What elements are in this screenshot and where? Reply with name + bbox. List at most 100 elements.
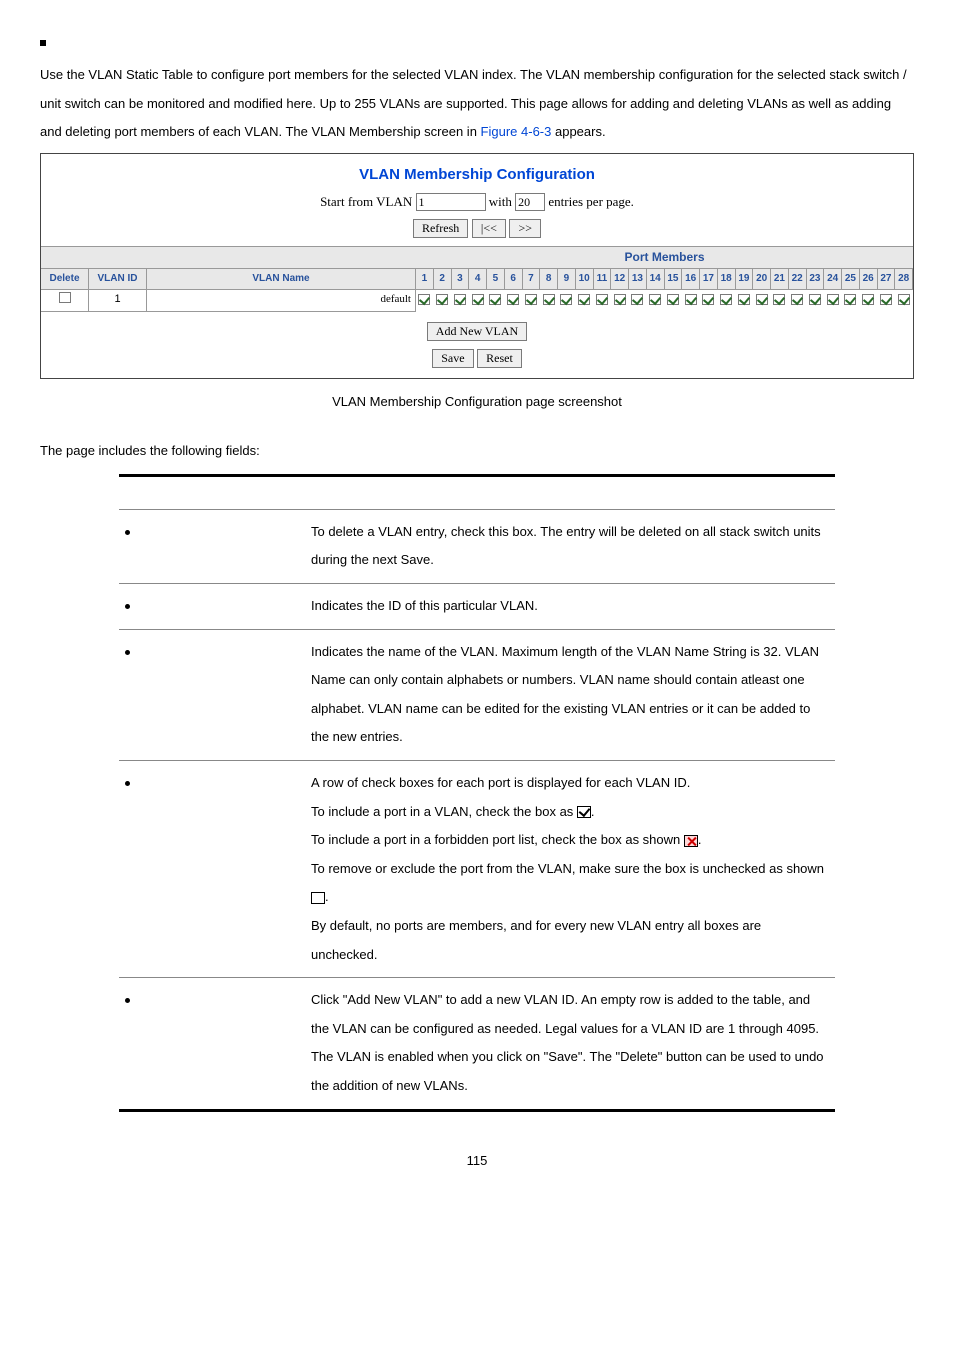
port-checkbox[interactable] <box>489 294 501 305</box>
field-vlanid-desc: Indicates the ID of this particular VLAN… <box>305 584 835 630</box>
table-row: Indicates the ID of this particular VLAN… <box>119 584 836 630</box>
port-cell <box>416 290 434 312</box>
port-cell <box>487 290 505 312</box>
port-checkbox[interactable] <box>614 294 626 305</box>
port-header: 13 <box>629 269 647 290</box>
port-checkbox[interactable] <box>418 294 430 305</box>
port-header: 9 <box>558 269 576 290</box>
bullet-icon <box>125 781 130 786</box>
port-checkbox[interactable] <box>827 294 839 305</box>
refresh-button[interactable]: Refresh <box>413 219 468 238</box>
port-checkbox[interactable] <box>507 294 519 305</box>
port-cell <box>700 290 718 312</box>
port-header: 14 <box>647 269 665 290</box>
port-cell <box>771 290 789 312</box>
port-cell <box>558 290 576 312</box>
port-checkbox[interactable] <box>756 294 768 305</box>
port-header: 5 <box>487 269 505 290</box>
port-checkbox[interactable] <box>880 294 892 305</box>
port-checkbox[interactable] <box>738 294 750 305</box>
port-header: 12 <box>611 269 629 290</box>
port-checkbox[interactable] <box>685 294 697 305</box>
bullet-icon <box>125 604 130 609</box>
port-header: 21 <box>771 269 789 290</box>
entries-per-page-label: entries per page. <box>548 194 634 209</box>
fields-table: To delete a VLAN entry, check this box. … <box>119 474 836 1112</box>
port-header: 15 <box>665 269 683 290</box>
cell-vlanid: 1 <box>89 290 146 309</box>
port-header: 10 <box>576 269 594 290</box>
port-header: 24 <box>824 269 842 290</box>
port-checkbox[interactable] <box>862 294 874 305</box>
port-checkbox[interactable] <box>560 294 572 305</box>
entries-input[interactable] <box>515 193 545 211</box>
port-checkbox[interactable] <box>809 294 821 305</box>
port-checkbox[interactable] <box>454 294 466 305</box>
field-vlanname-desc: Indicates the name of the VLAN. Maximum … <box>305 629 835 760</box>
nav-buttons: Refresh |<< >> <box>41 219 913 246</box>
port-checkbox[interactable] <box>898 294 910 305</box>
first-page-button[interactable]: |<< <box>472 219 506 238</box>
port-checkbox[interactable] <box>844 294 856 305</box>
forbidden-box-icon <box>684 835 698 847</box>
port-checkbox[interactable] <box>596 294 608 305</box>
port-header: 8 <box>540 269 558 290</box>
table-row: To delete a VLAN entry, check this box. … <box>119 509 836 583</box>
field-delete-desc: To delete a VLAN entry, check this box. … <box>305 509 835 583</box>
port-checkbox[interactable] <box>773 294 785 305</box>
next-page-button[interactable]: >> <box>509 219 541 238</box>
intro-text-after: appears. <box>555 124 606 139</box>
intro-paragraph: Use the VLAN Static Table to configure p… <box>40 61 914 147</box>
port-checkbox[interactable] <box>472 294 484 305</box>
port-cell <box>860 290 878 312</box>
port-checkbox[interactable] <box>631 294 643 305</box>
port-cell <box>665 290 683 312</box>
port-checkbox[interactable] <box>791 294 803 305</box>
port-checkbox[interactable] <box>525 294 537 305</box>
port-checkbox[interactable] <box>720 294 732 305</box>
port-checkbox[interactable] <box>702 294 714 305</box>
port-cell <box>789 290 807 312</box>
port-cell <box>434 290 452 312</box>
delete-checkbox[interactable] <box>59 292 71 303</box>
cell-vlanname: default <box>147 290 415 309</box>
port-header: 11 <box>594 269 612 290</box>
port-checkbox[interactable] <box>667 294 679 305</box>
port-cell <box>594 290 612 312</box>
screenshot-title: VLAN Membership Configuration <box>41 154 913 193</box>
port-cell <box>753 290 771 312</box>
port-header: 18 <box>718 269 736 290</box>
port-header: 2 <box>434 269 452 290</box>
port-cell <box>540 290 558 312</box>
port-cell <box>895 290 913 312</box>
port-cell <box>824 290 842 312</box>
port-header: 23 <box>807 269 825 290</box>
empty-box-icon <box>311 892 325 904</box>
port-header: 20 <box>753 269 771 290</box>
screenshot-panel: VLAN Membership Configuration Start from… <box>40 153 914 379</box>
port-header: 17 <box>700 269 718 290</box>
save-button[interactable]: Save <box>432 349 473 368</box>
port-checkbox[interactable] <box>578 294 590 305</box>
col-vlanid: VLAN ID <box>89 269 146 290</box>
action-buttons: Add New VLAN Save Reset <box>41 312 913 378</box>
port-header: 16 <box>682 269 700 290</box>
port-header: 22 <box>789 269 807 290</box>
add-new-vlan-button[interactable]: Add New VLAN <box>427 322 527 341</box>
figure-link[interactable]: Figure 4-6-3 <box>481 124 552 139</box>
port-checkbox[interactable] <box>649 294 661 305</box>
port-members-header-row: Port Members <box>41 246 913 269</box>
reset-button[interactable]: Reset <box>477 349 522 368</box>
table-row: A row of check boxes for each port is di… <box>119 760 836 977</box>
port-cell <box>736 290 754 312</box>
fields-intro: The page includes the following fields: <box>40 442 914 460</box>
start-vlan-input[interactable] <box>416 193 486 211</box>
port-checkbox[interactable] <box>436 294 448 305</box>
port-header: 3 <box>452 269 470 290</box>
port-members-header: Port Members <box>416 247 913 268</box>
start-from-label: Start from VLAN <box>320 194 412 209</box>
bullet-icon <box>125 650 130 655</box>
bullet-icon <box>125 530 130 535</box>
port-checkbox[interactable] <box>543 294 555 305</box>
field-addnew-desc: Click "Add New VLAN" to add a new VLAN I… <box>305 978 835 1110</box>
